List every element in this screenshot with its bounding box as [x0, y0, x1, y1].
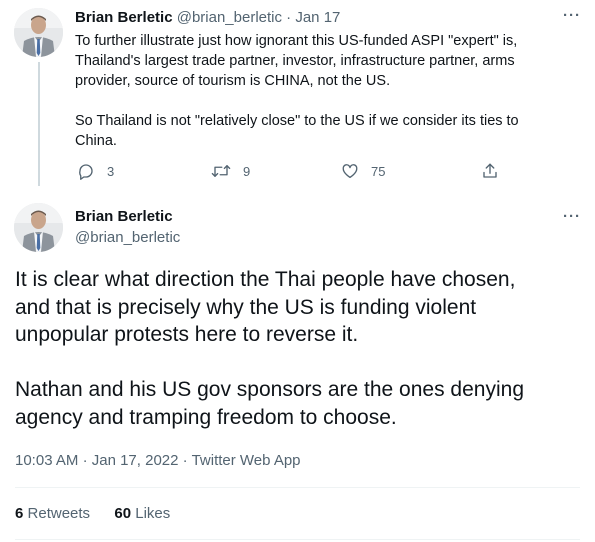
main-tweet-text: It is clear what direction the Thai peop…: [15, 268, 524, 429]
author-name[interactable]: Brian Berletic: [75, 9, 173, 26]
retweets-label: Retweets: [27, 505, 91, 522]
reply-tweet-actions: 3 9 75: [75, 162, 505, 182]
avatar[interactable]: [14, 8, 63, 57]
like-icon: [342, 164, 358, 179]
tweet-time[interactable]: 10:03 AM: [15, 452, 78, 469]
retweets-stat[interactable]: 6 Retweets: [15, 505, 94, 522]
reply-tweet-header: Brian Berletic @brian_berletic · Jan 17: [75, 9, 340, 26]
reply-tweet-text: To further illustrate just how ignorant …: [75, 33, 519, 149]
tweet-date[interactable]: Jan 17: [295, 9, 340, 26]
likes-label: Likes: [135, 505, 171, 522]
separator-dot: ·: [82, 452, 88, 469]
divider: [15, 487, 580, 488]
more-icon[interactable]: ···: [563, 7, 581, 24]
like-button[interactable]: 75: [341, 162, 385, 180]
retweet-total: 6: [15, 505, 24, 522]
author-name[interactable]: Brian Berletic: [75, 208, 173, 225]
reply-count: 3: [107, 163, 115, 179]
tweet-date[interactable]: Jan 17, 2022: [92, 452, 179, 469]
reply-button[interactable]: 3: [77, 162, 114, 180]
share-button[interactable]: [481, 162, 499, 180]
separator-dot: ·: [286, 9, 292, 26]
like-total: 60: [114, 505, 132, 522]
author-handle[interactable]: @brian_berletic: [177, 9, 282, 26]
likes-stat[interactable]: 60 Likes: [114, 505, 170, 522]
avatar[interactable]: [14, 203, 63, 252]
reply-icon: [79, 164, 93, 180]
retweet-count: 9: [243, 163, 251, 179]
divider: [15, 539, 580, 540]
author-handle[interactable]: @brian_berletic: [75, 229, 180, 246]
retweet-icon: [211, 165, 231, 177]
retweet-button[interactable]: 9: [211, 162, 250, 180]
tweet-meta: 10:03 AM · Jan 17, 2022 · Twitter Web Ap…: [15, 452, 301, 469]
more-icon[interactable]: ···: [563, 208, 581, 225]
like-count: 75: [371, 163, 386, 179]
share-icon: [483, 163, 497, 178]
engagement-stats: 6 Retweets 60 Likes: [15, 505, 170, 522]
thread-line: [38, 62, 40, 186]
tweet-source[interactable]: Twitter Web App: [192, 452, 301, 469]
separator-dot: ·: [182, 452, 188, 469]
